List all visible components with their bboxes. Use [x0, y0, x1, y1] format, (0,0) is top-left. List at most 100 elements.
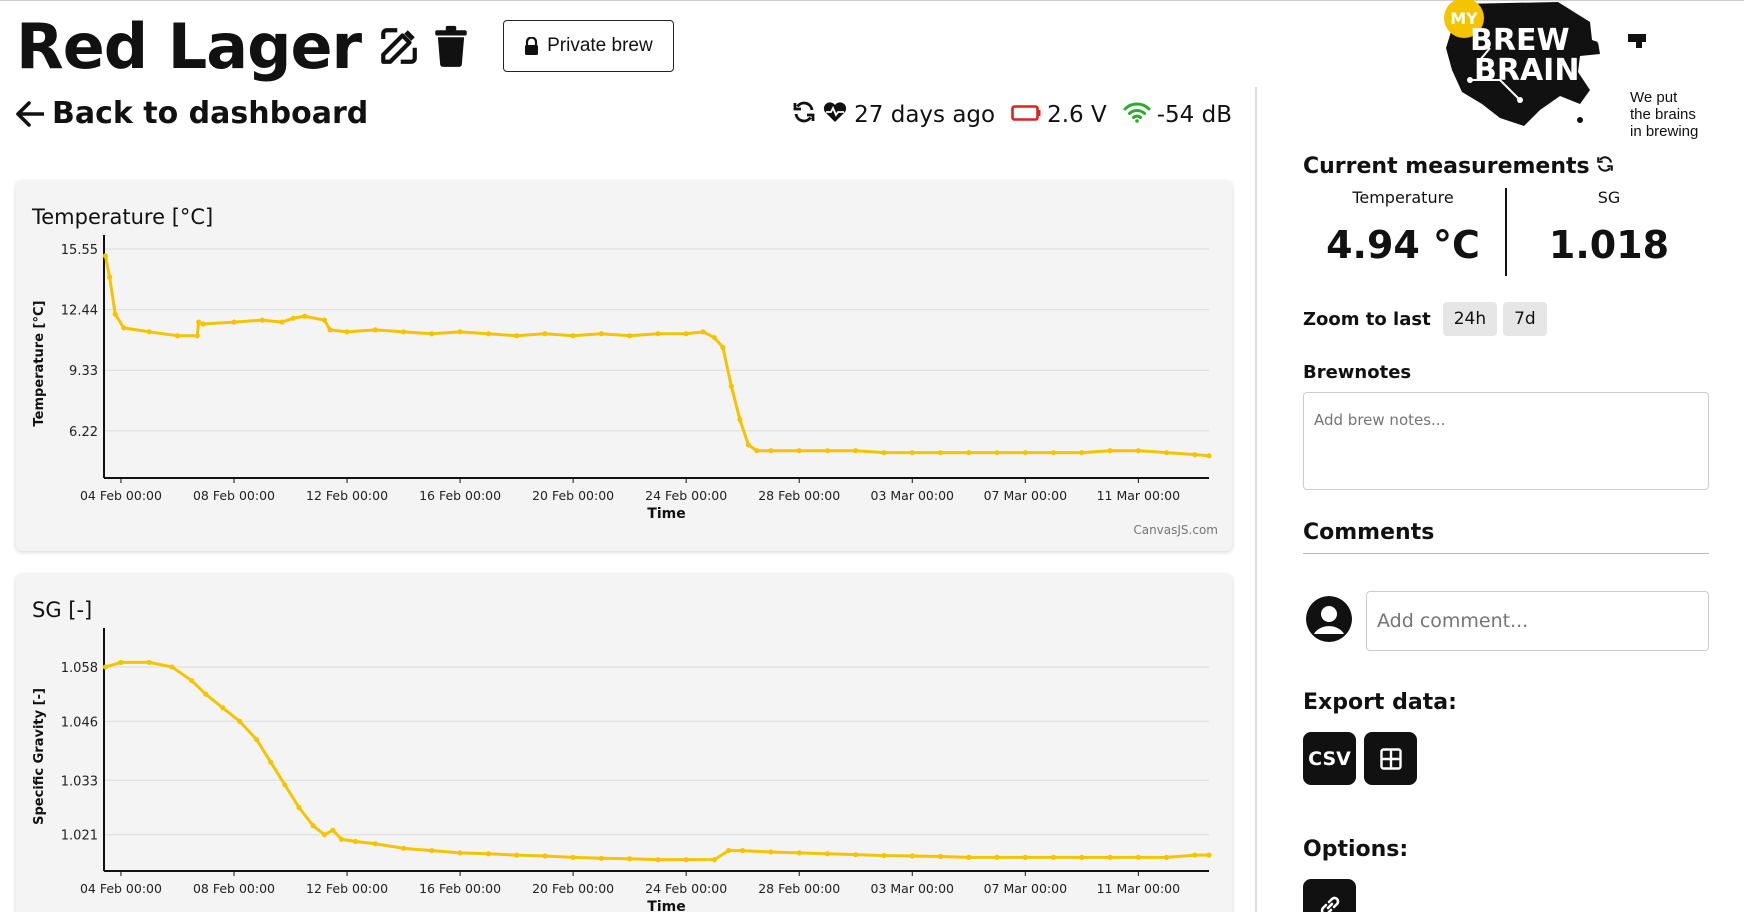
sg-data-point [310, 823, 316, 829]
sg-data-point [220, 705, 226, 711]
sg-data-point [768, 849, 774, 855]
temp-data-point [457, 329, 463, 335]
temp-data-point [302, 313, 308, 319]
temp-x-tick-label: 04 Feb 00:00 [80, 488, 162, 503]
temp-data-point [344, 329, 350, 335]
sg-data-point [282, 782, 288, 788]
sg-y-tick-label: 1.046 [61, 715, 98, 730]
trash-icon[interactable] [429, 24, 473, 68]
comment-input[interactable] [1366, 591, 1709, 651]
sg-x-tick-label: 24 Feb 00:00 [645, 881, 727, 896]
zoom-24h-button[interactable]: 24h [1442, 302, 1498, 336]
temp-data-point [146, 329, 152, 335]
page-title: Red Lager [16, 9, 362, 83]
export-buttons: CSV [1303, 732, 1417, 785]
canvasjs-credit[interactable]: CanvasJS.com [1133, 523, 1218, 537]
temp-data-point [796, 448, 802, 454]
temp-data-point [570, 333, 576, 339]
sg-data-point [1135, 854, 1141, 860]
logo-tagline-2: the brains [1630, 106, 1696, 123]
sg-data-point [937, 853, 944, 860]
temp-data-point [720, 344, 726, 351]
sg-data-point [372, 841, 378, 847]
sg-x-tick-label: 07 Mar 00:00 [984, 881, 1068, 896]
sg-measurement: SG 1.018 [1509, 188, 1709, 267]
sg-y-axis-label: Specific Gravity [-] [32, 688, 47, 825]
table-icon [1379, 747, 1402, 770]
battery-voltage: 2.6 V [1047, 102, 1107, 128]
sg-x-tick-label: 12 Feb 00:00 [306, 881, 388, 896]
sg-data-point [1022, 854, 1028, 860]
temp-x-tick-label: 24 Feb 00:00 [645, 488, 727, 503]
sg-data-point [169, 664, 175, 670]
export-csv-button[interactable]: CSV [1303, 732, 1356, 785]
sg-data-point [796, 850, 802, 856]
brewnotes-input[interactable] [1303, 392, 1709, 490]
edit-icon[interactable] [377, 24, 421, 68]
temp-data-point [711, 335, 718, 341]
current-measurements-title: Current measurements [1303, 154, 1614, 179]
zoom-controls: Zoom to last 24h 7d [1303, 302, 1547, 336]
sg-label: SG [1597, 188, 1621, 207]
export-table-button[interactable] [1364, 732, 1417, 785]
private-brew-button[interactable]: Private brew [503, 20, 674, 72]
sg-chart-card: SG [-] 1.058 1.046 1.033 1.021 04 Feb 00:00 0… [16, 574, 1232, 912]
sg-data-point [203, 691, 209, 697]
sg-data-point [1050, 854, 1057, 860]
temp-data-point [542, 331, 548, 337]
sg-data-point [296, 804, 302, 811]
temp-y-tick-label: 9.33 [69, 364, 98, 379]
options-title: Options: [1303, 837, 1409, 862]
share-link-button[interactable] [1303, 879, 1356, 912]
sg-x-tick-label: 11 Mar 00:00 [1097, 881, 1181, 896]
temp-y-tick-label: 6.22 [69, 425, 98, 440]
temp-data-point [1135, 448, 1141, 454]
temp-data-point [1079, 450, 1085, 456]
zoom-label: Zoom to last [1303, 308, 1431, 330]
sg-data-point [189, 677, 195, 684]
temp-data-point [1050, 450, 1057, 456]
temperature-chart[interactable]: 15.55 12.44 9.33 6.22 04 Feb 00:00 08 Feb 00:… [16, 181, 1232, 541]
temp-data-point [259, 317, 265, 323]
sg-x-tick-label: 20 Feb 00:00 [532, 881, 614, 896]
temp-data-point [937, 450, 944, 456]
temp-data-point [909, 450, 915, 456]
sg-data-point [1164, 854, 1170, 860]
temp-x-tick-label: 12 Feb 00:00 [306, 488, 388, 503]
sg-data-point [711, 857, 718, 863]
csv-label: CSV [1308, 747, 1351, 770]
back-to-dashboard-link[interactable]: Back to dashboard [16, 96, 368, 131]
sg-x-tick-label: 16 Feb 00:00 [419, 881, 501, 896]
temp-data-point [290, 315, 296, 321]
logo-line2: BRAIN [1474, 53, 1579, 88]
temp-y-tick-label: 15.55 [61, 243, 98, 258]
sg-data-point [740, 847, 746, 854]
temp-data-point [853, 448, 859, 454]
temp-data-point [121, 325, 127, 331]
zoom-7d-button[interactable]: 7d [1503, 302, 1547, 336]
temp-data-point [1022, 450, 1028, 456]
temp-data-point [279, 319, 285, 325]
battery-icon [1011, 102, 1041, 128]
sg-data-point [725, 847, 732, 854]
sg-data-point [146, 659, 152, 666]
sg-data-point [881, 852, 887, 859]
logo-tagline-1: We put [1630, 89, 1678, 106]
sg-x-tick-label: 04 Feb 00:00 [80, 881, 162, 896]
temp-data-point [1164, 450, 1170, 456]
signal-strength: -54 dB [1156, 102, 1232, 128]
temp-data-point [768, 448, 774, 454]
sg-data-point [966, 854, 972, 860]
refresh-icon[interactable] [792, 100, 816, 130]
brewbrain-logo[interactable]: MY BREW BRAIN We put the brains in brewi… [1440, 0, 1740, 140]
sg-data-point [321, 832, 328, 838]
sg-data-point [542, 853, 548, 859]
temp-series-line [103, 255, 1210, 458]
sg-chart[interactable]: 1.058 1.046 1.033 1.021 04 Feb 00:00 08 Feb 0… [16, 574, 1232, 912]
temp-data-point [107, 274, 113, 280]
sg-data-point [1192, 852, 1198, 858]
sg-y-tick-label: 1.033 [61, 774, 98, 789]
temp-data-point [745, 442, 751, 448]
refresh-measurements-icon[interactable] [1596, 154, 1614, 179]
sg-data-point [330, 827, 336, 833]
